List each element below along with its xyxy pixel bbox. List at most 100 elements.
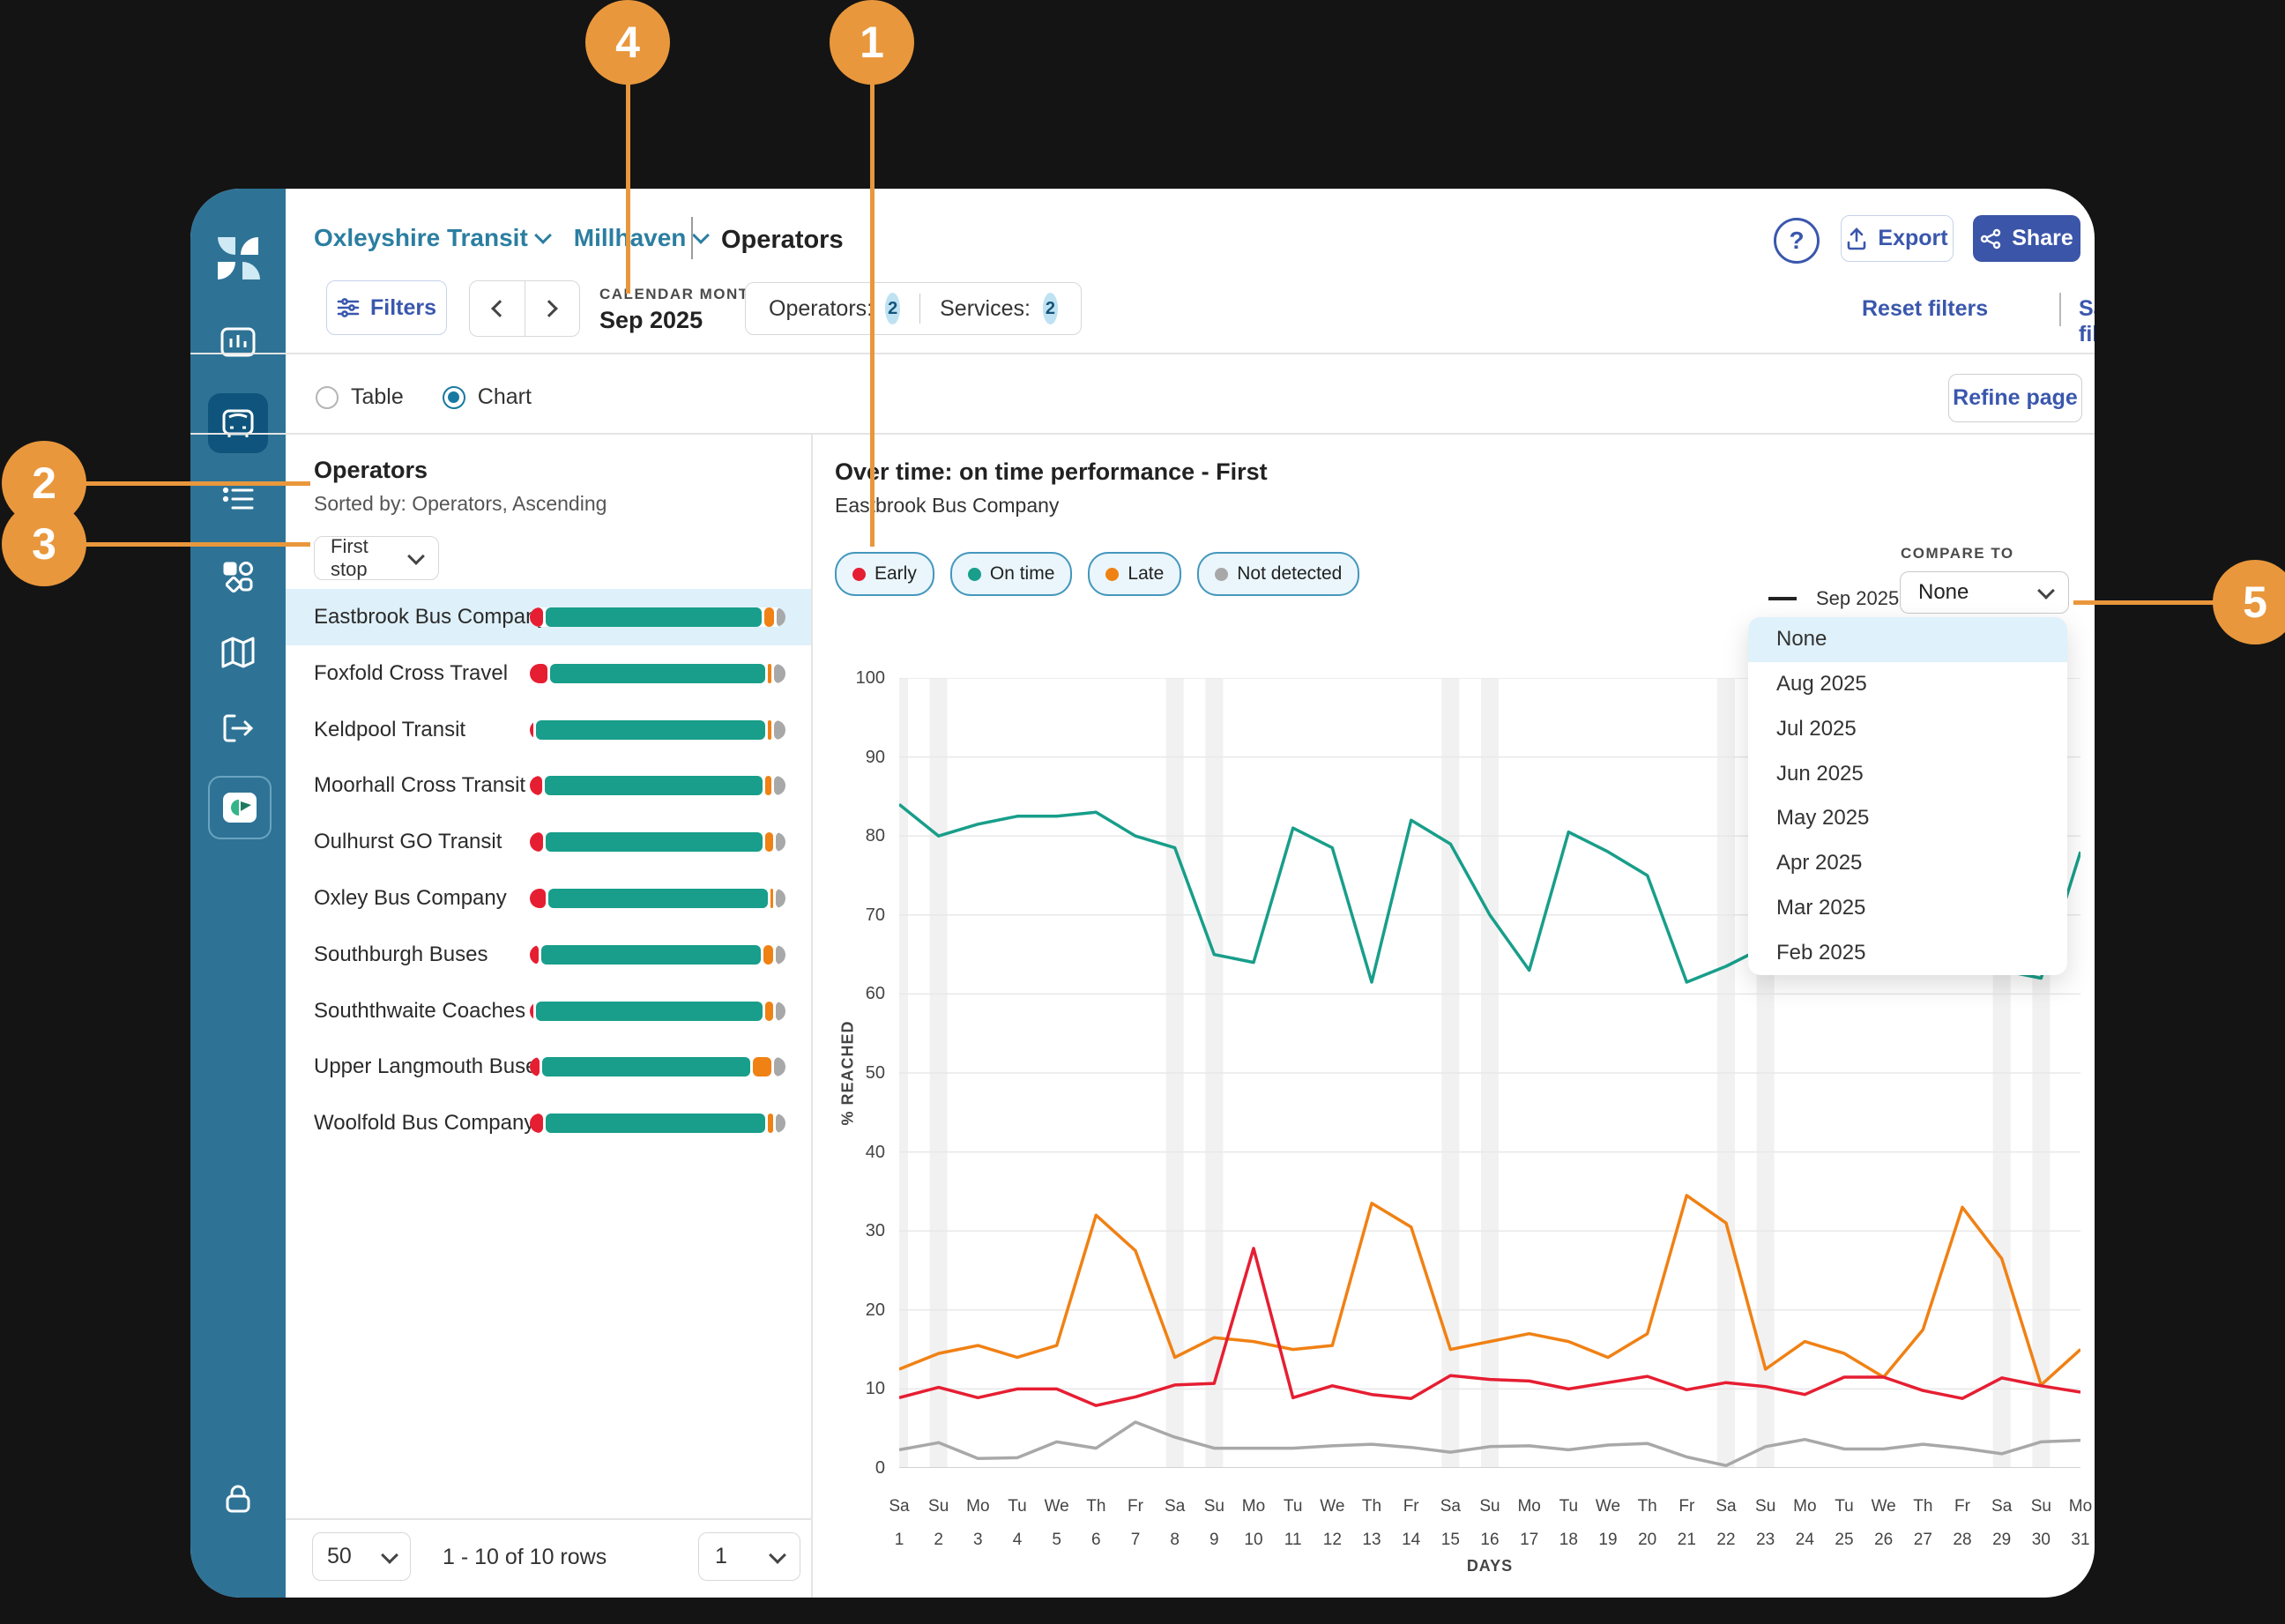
- reset-filters-link[interactable]: Reset filters: [1862, 296, 1988, 322]
- chevron-down-icon[interactable]: [533, 227, 552, 244]
- bar-segment-late: [763, 944, 773, 965]
- compare-option[interactable]: Aug 2025: [1748, 662, 2067, 707]
- compare-option[interactable]: Mar 2025: [1748, 886, 2067, 931]
- bar-segment-early: [530, 944, 539, 965]
- sidebar-item-list[interactable]: [208, 469, 268, 529]
- divider: [190, 433, 2095, 435]
- x-tick-daynumber: 2: [934, 1531, 943, 1549]
- x-tick-daynumber: 16: [1480, 1531, 1500, 1549]
- operator-row[interactable]: Upper Langmouth Buses: [286, 1039, 811, 1095]
- breadcrumb-org[interactable]: Oxleyshire Transit: [314, 224, 528, 252]
- compare-option[interactable]: May 2025: [1748, 796, 2067, 841]
- operator-row[interactable]: Woolfold Bus Company: [286, 1095, 811, 1151]
- compare-option[interactable]: Jul 2025: [1748, 707, 2067, 752]
- chevron-down-icon[interactable]: [692, 227, 711, 244]
- sort-dropdown[interactable]: First stop: [314, 535, 439, 580]
- x-tick-dayofweek: We: [1595, 1497, 1621, 1516]
- y-tick-label: 10: [865, 1379, 885, 1399]
- refine-page-button[interactable]: Refine page: [1948, 374, 2082, 422]
- chart-radio[interactable]: [442, 385, 465, 409]
- operator-row[interactable]: Eastbrook Bus Company: [286, 589, 811, 645]
- app-logo: [208, 227, 268, 287]
- sidebar-item-signout[interactable]: [208, 698, 268, 758]
- callout-line-4: [626, 79, 630, 294]
- help-button[interactable]: ?: [1774, 218, 1820, 264]
- bar-segment-on_time: [546, 832, 763, 853]
- filters-button[interactable]: Filters: [326, 280, 447, 335]
- chart-subtitle: Eastbrook Bus Company: [835, 494, 1060, 517]
- next-month-button[interactable]: [525, 281, 580, 336]
- save-filters-link[interactable]: Save filters: [2079, 296, 2095, 347]
- callout-badge-1: 1: [830, 0, 914, 85]
- series-line-swatch: [1768, 597, 1797, 600]
- export-icon: [1848, 227, 1866, 250]
- operator-row[interactable]: Souththwaite Coaches: [286, 983, 811, 1039]
- table-radio[interactable]: [316, 385, 339, 409]
- header-divider: [691, 217, 693, 259]
- x-tick-daynumber: 17: [1520, 1531, 1539, 1549]
- lock-icon[interactable]: [208, 1469, 268, 1529]
- x-tick-dayofweek: Th: [1361, 1497, 1382, 1516]
- bar-segment-late: [768, 719, 772, 740]
- table-radio-label[interactable]: Table: [351, 384, 404, 410]
- operator-row[interactable]: Keldpool Transit: [286, 702, 811, 758]
- bar-segment-not_detected: [775, 1114, 785, 1134]
- month-stepper: [469, 280, 580, 337]
- chart-radio-label[interactable]: Chart: [478, 384, 532, 410]
- x-tick-dayofweek: Tu: [1008, 1497, 1027, 1516]
- operator-row[interactable]: Foxfold Cross Travel: [286, 645, 811, 702]
- chevron-down-icon: [2037, 582, 2055, 600]
- x-tick-dayofweek: Mo: [1793, 1497, 1817, 1516]
- compare-option[interactable]: Jun 2025: [1748, 751, 2067, 796]
- x-tick-dayofweek: Fr: [1678, 1497, 1695, 1516]
- y-tick-label: 60: [865, 984, 885, 1004]
- sidebar-item-map[interactable]: [208, 622, 268, 682]
- operator-row[interactable]: Southburgh Buses: [286, 927, 811, 983]
- operators-count-badge: 2: [885, 293, 901, 324]
- y-tick-label: 30: [865, 1221, 885, 1241]
- operator-row[interactable]: Moorhall Cross Transit: [286, 757, 811, 814]
- operator-performance-bar: [530, 607, 785, 627]
- screen: Oxleyshire Transit Millhaven Operators ?…: [0, 0, 2285, 1624]
- bar-segment-on_time: [549, 663, 766, 683]
- compare-option[interactable]: Feb 2025: [1748, 930, 2067, 975]
- legend-label: Late: [1128, 563, 1165, 584]
- sidebar-item-operators-active[interactable]: [208, 393, 268, 453]
- legend-pill-on-time[interactable]: On time: [949, 552, 1073, 596]
- x-tick-daynumber: 22: [1716, 1531, 1736, 1549]
- x-tick-dayofweek: Fr: [1128, 1497, 1143, 1516]
- calendar-month-label: CALENDAR MONTH: [599, 286, 762, 302]
- operator-name: Keldpool Transit: [314, 717, 466, 741]
- x-tick-daynumber: 5: [1052, 1531, 1061, 1549]
- operator-performance-bar: [530, 889, 785, 908]
- export-button[interactable]: Export: [1841, 215, 1954, 262]
- page-size-dropdown[interactable]: 50: [312, 1532, 411, 1581]
- legend-pill-early[interactable]: Early: [835, 552, 934, 596]
- page-dropdown[interactable]: 1: [698, 1532, 800, 1581]
- filters-label: Filters: [369, 294, 437, 320]
- page-title: Operators: [721, 226, 844, 254]
- x-tick-dayofweek: Tu: [1283, 1497, 1303, 1516]
- callout-badge-3: 3: [2, 502, 86, 586]
- operator-row[interactable]: Oxley Bus Company: [286, 870, 811, 927]
- sidebar-item-analytics[interactable]: [208, 312, 268, 372]
- active-filters-chip[interactable]: Operators: 2 Services: 2: [745, 282, 1082, 335]
- sidebar-item-components[interactable]: [208, 547, 268, 607]
- bar-segment-on_time: [542, 1057, 751, 1077]
- bar-segment-early: [530, 607, 544, 627]
- prev-month-button[interactable]: [470, 281, 525, 336]
- compare-option[interactable]: None: [1748, 617, 2067, 662]
- sidebar-item-app-shortcut[interactable]: [208, 776, 272, 839]
- chart-legend: Early On time Late Not detected: [835, 552, 1360, 596]
- compare-option[interactable]: Apr 2025: [1748, 841, 2067, 886]
- operator-row[interactable]: Oulhurst GO Transit: [286, 814, 811, 870]
- operator-name: Woolfold Bus Company: [314, 1111, 535, 1136]
- compare-to-select[interactable]: None: [1900, 571, 2069, 614]
- legend-pill-late[interactable]: Late: [1088, 552, 1182, 596]
- view-toggle: Table Chart: [316, 384, 532, 410]
- x-tick-dayofweek: Sa: [1716, 1497, 1737, 1516]
- x-tick-dayofweek: Fr: [1954, 1497, 1970, 1516]
- legend-pill-not-detected[interactable]: Not detected: [1197, 552, 1360, 596]
- share-button[interactable]: Share: [1973, 215, 2080, 262]
- x-tick-daynumber: 9: [1209, 1531, 1219, 1549]
